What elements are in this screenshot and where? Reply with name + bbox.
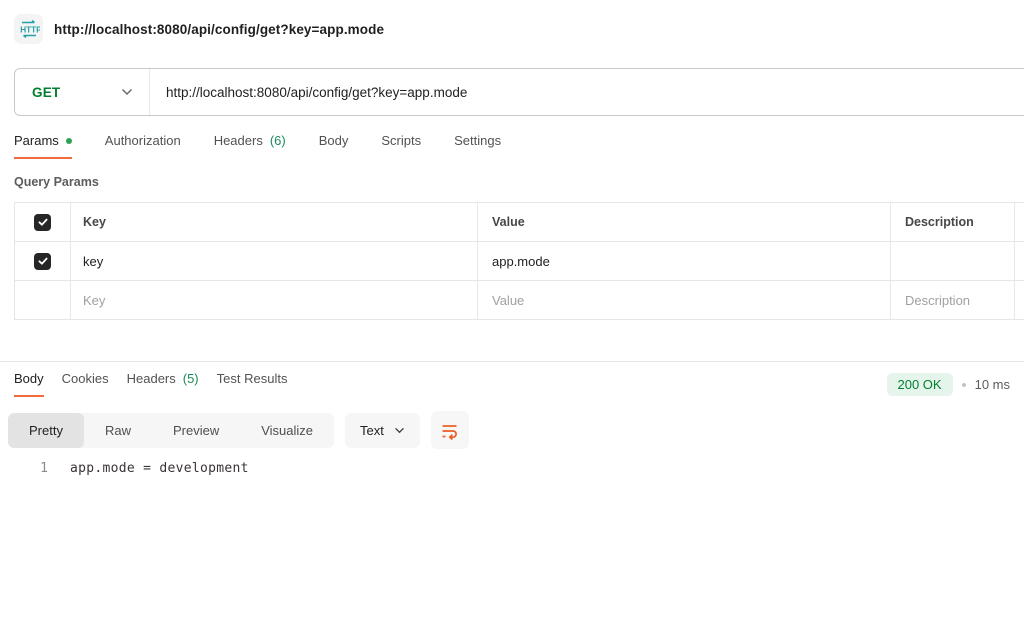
- query-params-title: Query Params: [14, 175, 1010, 189]
- param-key-cell[interactable]: key: [71, 242, 478, 280]
- chevron-down-icon: [121, 88, 133, 96]
- tab-settings[interactable]: Settings: [454, 133, 501, 159]
- svg-text:HTTP: HTTP: [20, 26, 40, 35]
- wrap-text-icon: [440, 421, 459, 440]
- request-tabs: Params Authorization Headers (6) Body Sc…: [14, 133, 1010, 159]
- param-checkbox-cell: [15, 242, 71, 280]
- chevron-down-icon: [394, 427, 405, 434]
- placeholder-checkbox-cell: [15, 281, 71, 319]
- query-params-table: Key Value Description key app.mode Key V…: [14, 202, 1024, 320]
- tab-headers[interactable]: Headers (6): [214, 133, 286, 159]
- line-number: 1: [0, 461, 48, 476]
- format-dropdown[interactable]: Text: [345, 413, 420, 448]
- view-preview-button[interactable]: Preview: [152, 413, 240, 448]
- response-meta: 200 OK 10 ms: [887, 373, 1011, 396]
- response-body-line: app.mode = development: [48, 461, 249, 476]
- column-header-key: Key: [71, 203, 478, 241]
- tab-params[interactable]: Params: [14, 133, 72, 159]
- placeholder-value-cell[interactable]: Value: [478, 281, 891, 319]
- section-divider: [0, 361, 1024, 362]
- placeholder-description-cell[interactable]: Description: [891, 281, 1015, 319]
- response-tabs: Body Cookies Headers (5) Test Results: [14, 371, 287, 397]
- url-input[interactable]: [150, 85, 1024, 100]
- page-title: http://localhost:8080/api/config/get?key…: [54, 22, 384, 37]
- response-body-editor[interactable]: 1 app.mode = development: [0, 461, 1024, 476]
- check-icon: [37, 255, 49, 267]
- check-icon: [37, 216, 49, 228]
- column-header-value: Value: [478, 203, 891, 241]
- response-header: Body Cookies Headers (5) Test Results 20…: [14, 371, 1010, 397]
- response-time: 10 ms: [975, 377, 1010, 392]
- tab-response-body[interactable]: Body: [14, 371, 44, 397]
- param-value-cell[interactable]: app.mode: [478, 242, 891, 280]
- wrap-text-button[interactable]: [431, 411, 469, 449]
- params-active-dot: [66, 138, 72, 144]
- select-all-cell: [15, 203, 71, 241]
- param-description-cell[interactable]: [891, 242, 1015, 280]
- response-headers-count: (5): [183, 371, 199, 386]
- http-request-icon: HTTP: [14, 14, 43, 44]
- param-checkbox[interactable]: [34, 253, 51, 270]
- tab-authorization[interactable]: Authorization: [105, 133, 181, 159]
- status-badge[interactable]: 200 OK: [887, 373, 953, 396]
- tab-response-cookies[interactable]: Cookies: [62, 371, 109, 397]
- headers-count: (6): [270, 133, 286, 148]
- tab-scripts[interactable]: Scripts: [381, 133, 421, 159]
- request-title-bar: HTTP http://localhost:8080/api/config/ge…: [0, 0, 1024, 44]
- view-pretty-button[interactable]: Pretty: [8, 413, 84, 448]
- request-bar: GET: [14, 68, 1024, 116]
- method-label: GET: [32, 85, 60, 100]
- select-all-checkbox[interactable]: [34, 214, 51, 231]
- tab-params-label: Params: [14, 133, 59, 148]
- column-header-description: Description: [891, 203, 1015, 241]
- tab-response-headers[interactable]: Headers (5): [127, 371, 199, 397]
- method-dropdown[interactable]: GET: [15, 69, 149, 115]
- format-label: Text: [360, 423, 384, 438]
- param-placeholder-row: Key Value Description: [15, 281, 1024, 320]
- param-row: key app.mode: [15, 242, 1024, 281]
- column-header-extra: [1015, 203, 1024, 241]
- response-toolbar: Pretty Raw Preview Visualize Text: [8, 411, 1024, 449]
- tab-test-results[interactable]: Test Results: [217, 371, 288, 397]
- tab-body[interactable]: Body: [319, 133, 349, 159]
- placeholder-key-cell[interactable]: Key: [71, 281, 478, 319]
- view-raw-button[interactable]: Raw: [84, 413, 152, 448]
- meta-dot-separator: [962, 383, 966, 387]
- view-visualize-button[interactable]: Visualize: [240, 413, 334, 448]
- table-header-row: Key Value Description: [15, 203, 1024, 242]
- view-mode-switch: Pretty Raw Preview Visualize: [8, 413, 334, 448]
